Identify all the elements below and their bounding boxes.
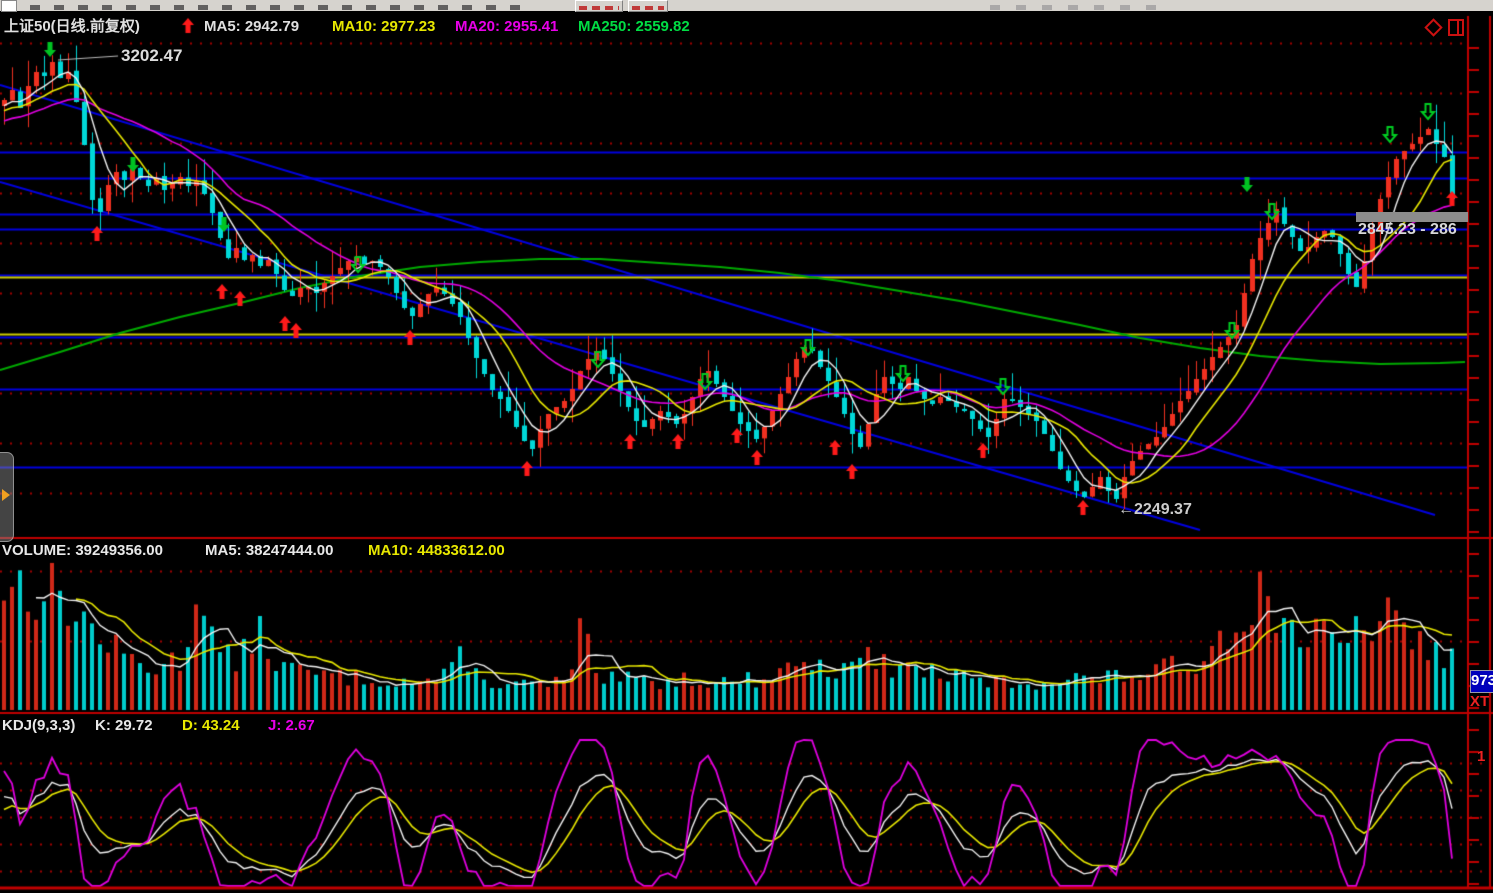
ma250-label: MA250: 2559.82 [578, 18, 690, 35]
split-divider [1457, 21, 1459, 34]
volume-ma10-label: MA10: 44833612.00 [368, 542, 505, 559]
ma5-label: MA5: 2942.79 [204, 18, 300, 35]
symbol-title: 上证50(日线.前复权) [4, 18, 140, 35]
left-arrow-icon: ← [1118, 501, 1134, 518]
kdj-title-label: KDJ(9,3,3) [2, 717, 76, 734]
volume-right-badge: 973 [1470, 670, 1493, 693]
last-bar-range-label: 2845.23 - 286 [1358, 222, 1457, 238]
kdj-right-scale: 1 [1477, 748, 1486, 765]
volume-value-label: VOLUME: 39249356.00 [2, 542, 163, 559]
menu-bar [0, 0, 1493, 12]
low-price-label: ←2249.37 [1118, 501, 1192, 518]
menu-button-1[interactable] [575, 0, 623, 12]
menu-button-2[interactable] [628, 0, 668, 12]
kline-chart-canvas[interactable] [0, 0, 1493, 893]
ma20-label: MA20: 2955.41 [455, 18, 559, 35]
ma10-label: MA10: 2977.23 [332, 18, 436, 35]
kdj-k-label: K: 29.72 [95, 717, 153, 734]
volume-ma5-label: MA5: 38247444.00 [205, 542, 334, 559]
menu-items-disabled [990, 5, 1165, 10]
window-split-icon[interactable] [1448, 19, 1464, 36]
menu-button-2-red-text [632, 6, 664, 10]
menu-start-icon[interactable] [1, 0, 17, 12]
right-triangle-icon [2, 489, 10, 501]
sidebar-collapse-handle[interactable] [0, 452, 14, 542]
kdj-d-label: D: 43.24 [182, 717, 240, 734]
high-price-label: 3202.47 [121, 46, 183, 65]
last-bar-tooltip-bar [1356, 212, 1468, 222]
menu-button-1-red-text [579, 6, 619, 10]
kdj-j-label: J: 2.67 [268, 717, 315, 734]
xt-label: XT [1470, 693, 1490, 710]
menu-items-truncated[interactable] [30, 5, 530, 10]
